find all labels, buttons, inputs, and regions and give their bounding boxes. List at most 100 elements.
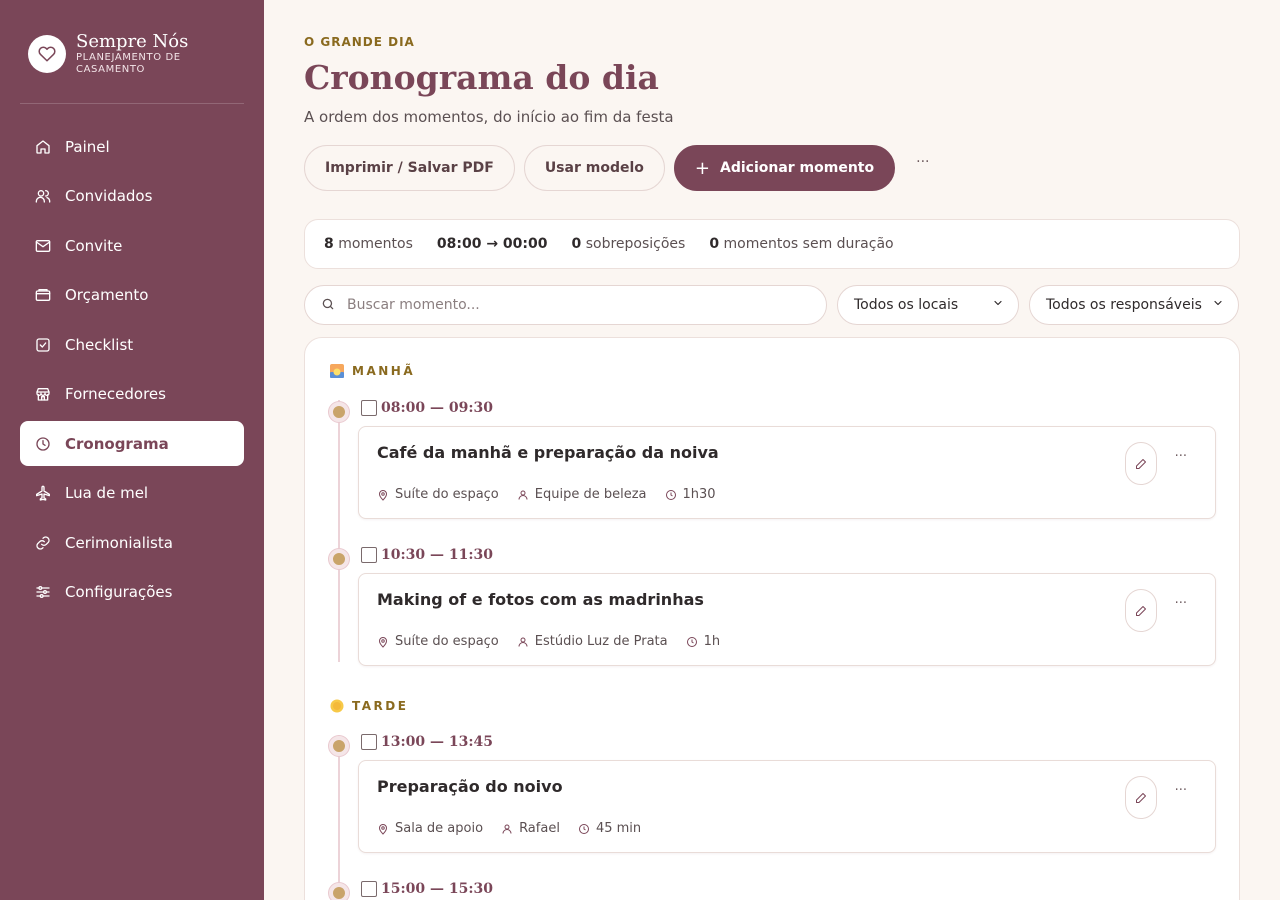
- sidebar-item-label: Cerimonialista: [65, 533, 173, 552]
- clock-icon: [578, 823, 589, 834]
- action-bar: Imprimir / Salvar PDF Usar modelo + Adic…: [304, 145, 929, 191]
- stat-no-duration: 0 momentos sem duração: [709, 236, 894, 252]
- moment-card[interactable]: Preparação do noivo Sala de apoio Rafael…: [358, 760, 1216, 853]
- location-select[interactable]: Todos os locais: [837, 285, 1019, 325]
- sidebar-item-label: Checklist: [65, 335, 134, 354]
- moment-checkbox[interactable]: [361, 547, 377, 563]
- brand[interactable]: Sempre Nós PLANEJAMENTO DE CASAMENTO: [28, 32, 206, 76]
- brand-name: Sempre Nós: [76, 31, 189, 52]
- moment-checkbox[interactable]: [361, 400, 377, 416]
- sidebar: Sempre Nós PLANEJAMENTO DE CASAMENTO Pai…: [0, 0, 264, 900]
- plus-icon: +: [694, 157, 710, 179]
- sidebar-item-lua-de-mel[interactable]: Lua de mel: [20, 471, 244, 516]
- moment-time-row: 08:00 — 09:30: [361, 400, 493, 416]
- page-title: Cronograma do dia: [304, 58, 659, 97]
- timeline-dot: [329, 549, 349, 569]
- sidebar-item-cronograma[interactable]: Cronograma: [20, 421, 244, 466]
- moment-location: Suíte do espaço: [377, 634, 499, 649]
- moment-card[interactable]: Making of e fotos com as madrinhas Suíte…: [358, 573, 1216, 666]
- edit-button[interactable]: [1125, 776, 1157, 819]
- person-icon: [518, 637, 528, 647]
- filter-bar: Todos os locais Todos os responsáveis: [304, 285, 1240, 325]
- timeline-card: MANHÃ 08:00 — 09:30 Café da manhã e prep…: [304, 337, 1240, 900]
- sidebar-item-orcamento[interactable]: Orçamento: [20, 273, 244, 318]
- moment-time: 13:00 — 13:45: [381, 734, 494, 750]
- edit-button[interactable]: [1125, 442, 1157, 485]
- moment-checkbox[interactable]: [361, 734, 377, 750]
- moment-title: Making of e fotos com as madrinhas: [377, 590, 704, 609]
- stats-bar: 8 momentos 08:00 → 00:00 0 sobreposições…: [304, 219, 1240, 269]
- search-box: [304, 285, 827, 325]
- moment-time: 15:00 — 15:30: [381, 881, 494, 897]
- sidebar-item-label: Cronograma: [65, 434, 169, 453]
- sidebar-item-configuracoes[interactable]: Configurações: [20, 570, 244, 615]
- brand-subtitle: PLANEJAMENTO DE CASAMENTO: [76, 52, 181, 75]
- more-options-icon[interactable]: ···: [1175, 783, 1187, 798]
- sidebar-divider: [20, 103, 244, 104]
- more-options-icon[interactable]: ···: [916, 154, 929, 170]
- add-moment-label: Adicionar momento: [719, 160, 875, 176]
- sidebar-item-label: Configurações: [65, 583, 173, 601]
- wallet-icon: [35, 287, 51, 303]
- moment-meta: Sala de apoio Rafael 45 min: [377, 821, 659, 836]
- stat-moments: 8 momentos: [324, 236, 413, 252]
- add-moment-button[interactable]: + Adicionar momento: [673, 145, 896, 191]
- sidebar-item-convite[interactable]: Convite: [20, 223, 244, 268]
- sidebar-item-checklist[interactable]: Checklist: [20, 322, 244, 367]
- search-icon: [321, 296, 335, 315]
- more-options-icon[interactable]: ···: [1175, 449, 1187, 464]
- home-icon: [35, 139, 51, 155]
- moment-duration: 45 min: [578, 821, 641, 836]
- period-afternoon: TARDE: [330, 699, 408, 713]
- responsible-select[interactable]: Todos os responsáveis: [1029, 285, 1239, 325]
- moment-card[interactable]: Café da manhã e preparação da noiva Suít…: [358, 426, 1216, 519]
- pencil-icon: [1136, 458, 1146, 469]
- sidebar-item-cerimonialista[interactable]: Cerimonialista: [20, 520, 244, 565]
- pin-icon: [378, 636, 388, 648]
- moment-duration: 1h30: [665, 487, 716, 502]
- page-eyebrow: O GRANDE DIA: [304, 35, 415, 49]
- responsible-select-value: Todos os responsáveis: [1046, 297, 1202, 313]
- location-select-value: Todos os locais: [854, 297, 959, 313]
- moment-checkbox[interactable]: [361, 881, 377, 897]
- print-button[interactable]: Imprimir / Salvar PDF: [304, 145, 515, 191]
- timeline-dot: [329, 883, 349, 900]
- sidebar-item-label: Convidados: [65, 187, 153, 205]
- sidebar-item-painel[interactable]: Painel: [20, 124, 244, 169]
- chevron-down-icon: [1212, 297, 1224, 313]
- sidebar-item-convidados[interactable]: Convidados: [20, 174, 244, 219]
- period-morning: MANHÃ: [330, 364, 415, 378]
- sidebar-item-label: Fornecedores: [65, 385, 166, 403]
- more-options-icon[interactable]: ···: [1175, 596, 1187, 611]
- moment-time-row: 10:30 — 11:30: [361, 547, 493, 563]
- timeline-dot: [329, 402, 349, 422]
- person-icon: [518, 490, 528, 500]
- sidebar-item-fornecedores[interactable]: Fornecedores: [20, 372, 244, 417]
- timeline-dot: [329, 736, 349, 756]
- edit-button[interactable]: [1125, 589, 1157, 632]
- moment-meta: Suíte do espaço Estúdio Luz de Prata 1h: [377, 634, 738, 649]
- clock-icon: [665, 489, 676, 500]
- sidebar-item-label: Lua de mel: [65, 484, 149, 502]
- moment-responsible: Equipe de beleza: [517, 487, 647, 502]
- moment-time-row: 15:00 — 15:30: [361, 881, 493, 897]
- stat-overlaps: 0 sobreposições: [571, 236, 686, 252]
- clock-icon: [686, 636, 697, 647]
- moment-meta: Suíte do espaço Equipe de beleza 1h30: [377, 487, 734, 502]
- search-input[interactable]: [347, 297, 787, 313]
- main-content: O GRANDE DIA Cronograma do dia A ordem d…: [304, 0, 1240, 900]
- stat-range: 08:00 → 00:00: [436, 236, 548, 252]
- moment-duration: 1h: [686, 634, 720, 649]
- timeline-line: [338, 400, 340, 662]
- checkbox-icon: [35, 337, 51, 353]
- moment-location: Suíte do espaço: [377, 487, 499, 502]
- sidebar-item-label: Convite: [65, 236, 123, 255]
- sidebar-item-label: Painel: [65, 137, 110, 156]
- sidebar-nav: Painel Convidados Convite Orçamento Chec…: [20, 124, 244, 619]
- person-icon: [502, 824, 512, 834]
- moment-title: Café da manhã e preparação da noiva: [377, 443, 719, 462]
- pin-icon: [378, 823, 388, 835]
- users-icon: [35, 188, 51, 204]
- moment-title: Preparação do noivo: [377, 777, 563, 796]
- use-template-button[interactable]: Usar modelo: [523, 145, 665, 191]
